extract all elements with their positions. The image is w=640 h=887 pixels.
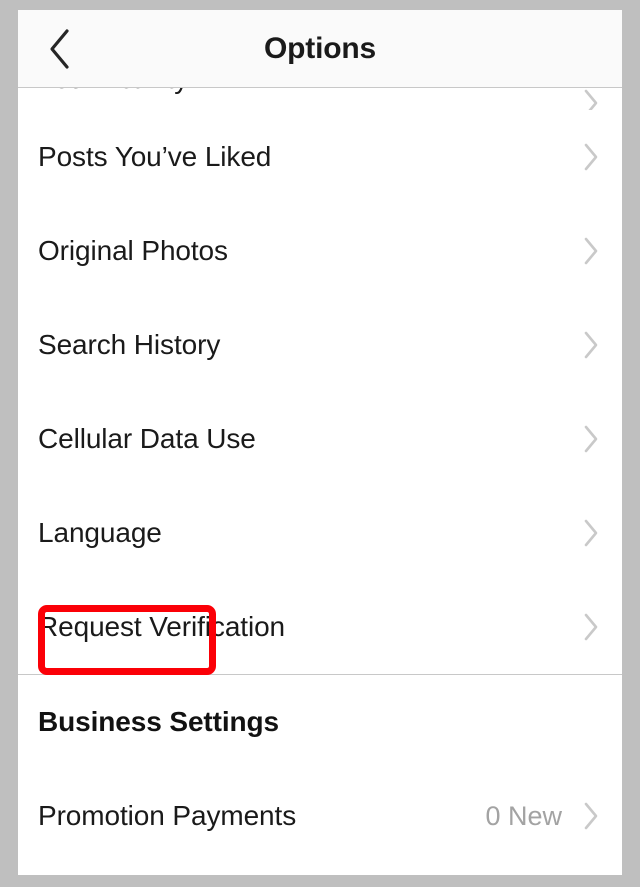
phone-screen: Options Your Activity Posts You’ve Liked… (18, 10, 622, 875)
list-item-cellular-data-use[interactable]: Cellular Data Use (18, 392, 622, 486)
list-item-search-history[interactable]: Search History (18, 298, 622, 392)
list-item-label: Search History (38, 328, 221, 360)
section-header-business-settings: Business Settings (18, 675, 622, 769)
navigation-bar: Options (18, 10, 622, 88)
chevron-right-icon (580, 236, 602, 266)
list-item-label: Language (38, 516, 162, 548)
chevron-right-icon (580, 330, 602, 360)
page-title: Options (264, 31, 376, 65)
list-item-label: Your Activity (38, 88, 580, 95)
list-item-clipped[interactable]: Your Activity (18, 88, 622, 117)
chevron-right-icon (580, 612, 602, 642)
list-item-badge: 0 New (485, 800, 562, 831)
list-item-original-photos[interactable]: Original Photos (18, 204, 622, 298)
list-item-posts-youve-liked[interactable]: Posts You’ve Liked (18, 110, 622, 204)
list-item-label: Posts You’ve Liked (38, 140, 272, 172)
list-item-label: Promotion Payments (38, 799, 297, 831)
list-item-request-verification[interactable]: Request Verification (18, 580, 622, 674)
chevron-right-icon (580, 142, 602, 172)
chevron-left-icon (45, 27, 73, 71)
list-item-label: Cellular Data Use (38, 422, 256, 454)
options-list[interactable]: Your Activity Posts You’ve Liked Origina… (18, 88, 622, 874)
list-item-language[interactable]: Language (18, 486, 622, 580)
back-button[interactable] (28, 10, 90, 87)
list-item-label: Original Photos (38, 234, 228, 266)
chevron-right-icon (580, 424, 602, 454)
list-item-promotion-payments[interactable]: Promotion Payments 0 New (18, 769, 622, 863)
chevron-right-icon (580, 801, 602, 831)
section-title: Business Settings (38, 705, 280, 737)
list-item-label: Request Verification (38, 610, 286, 642)
chevron-right-icon (580, 518, 602, 548)
